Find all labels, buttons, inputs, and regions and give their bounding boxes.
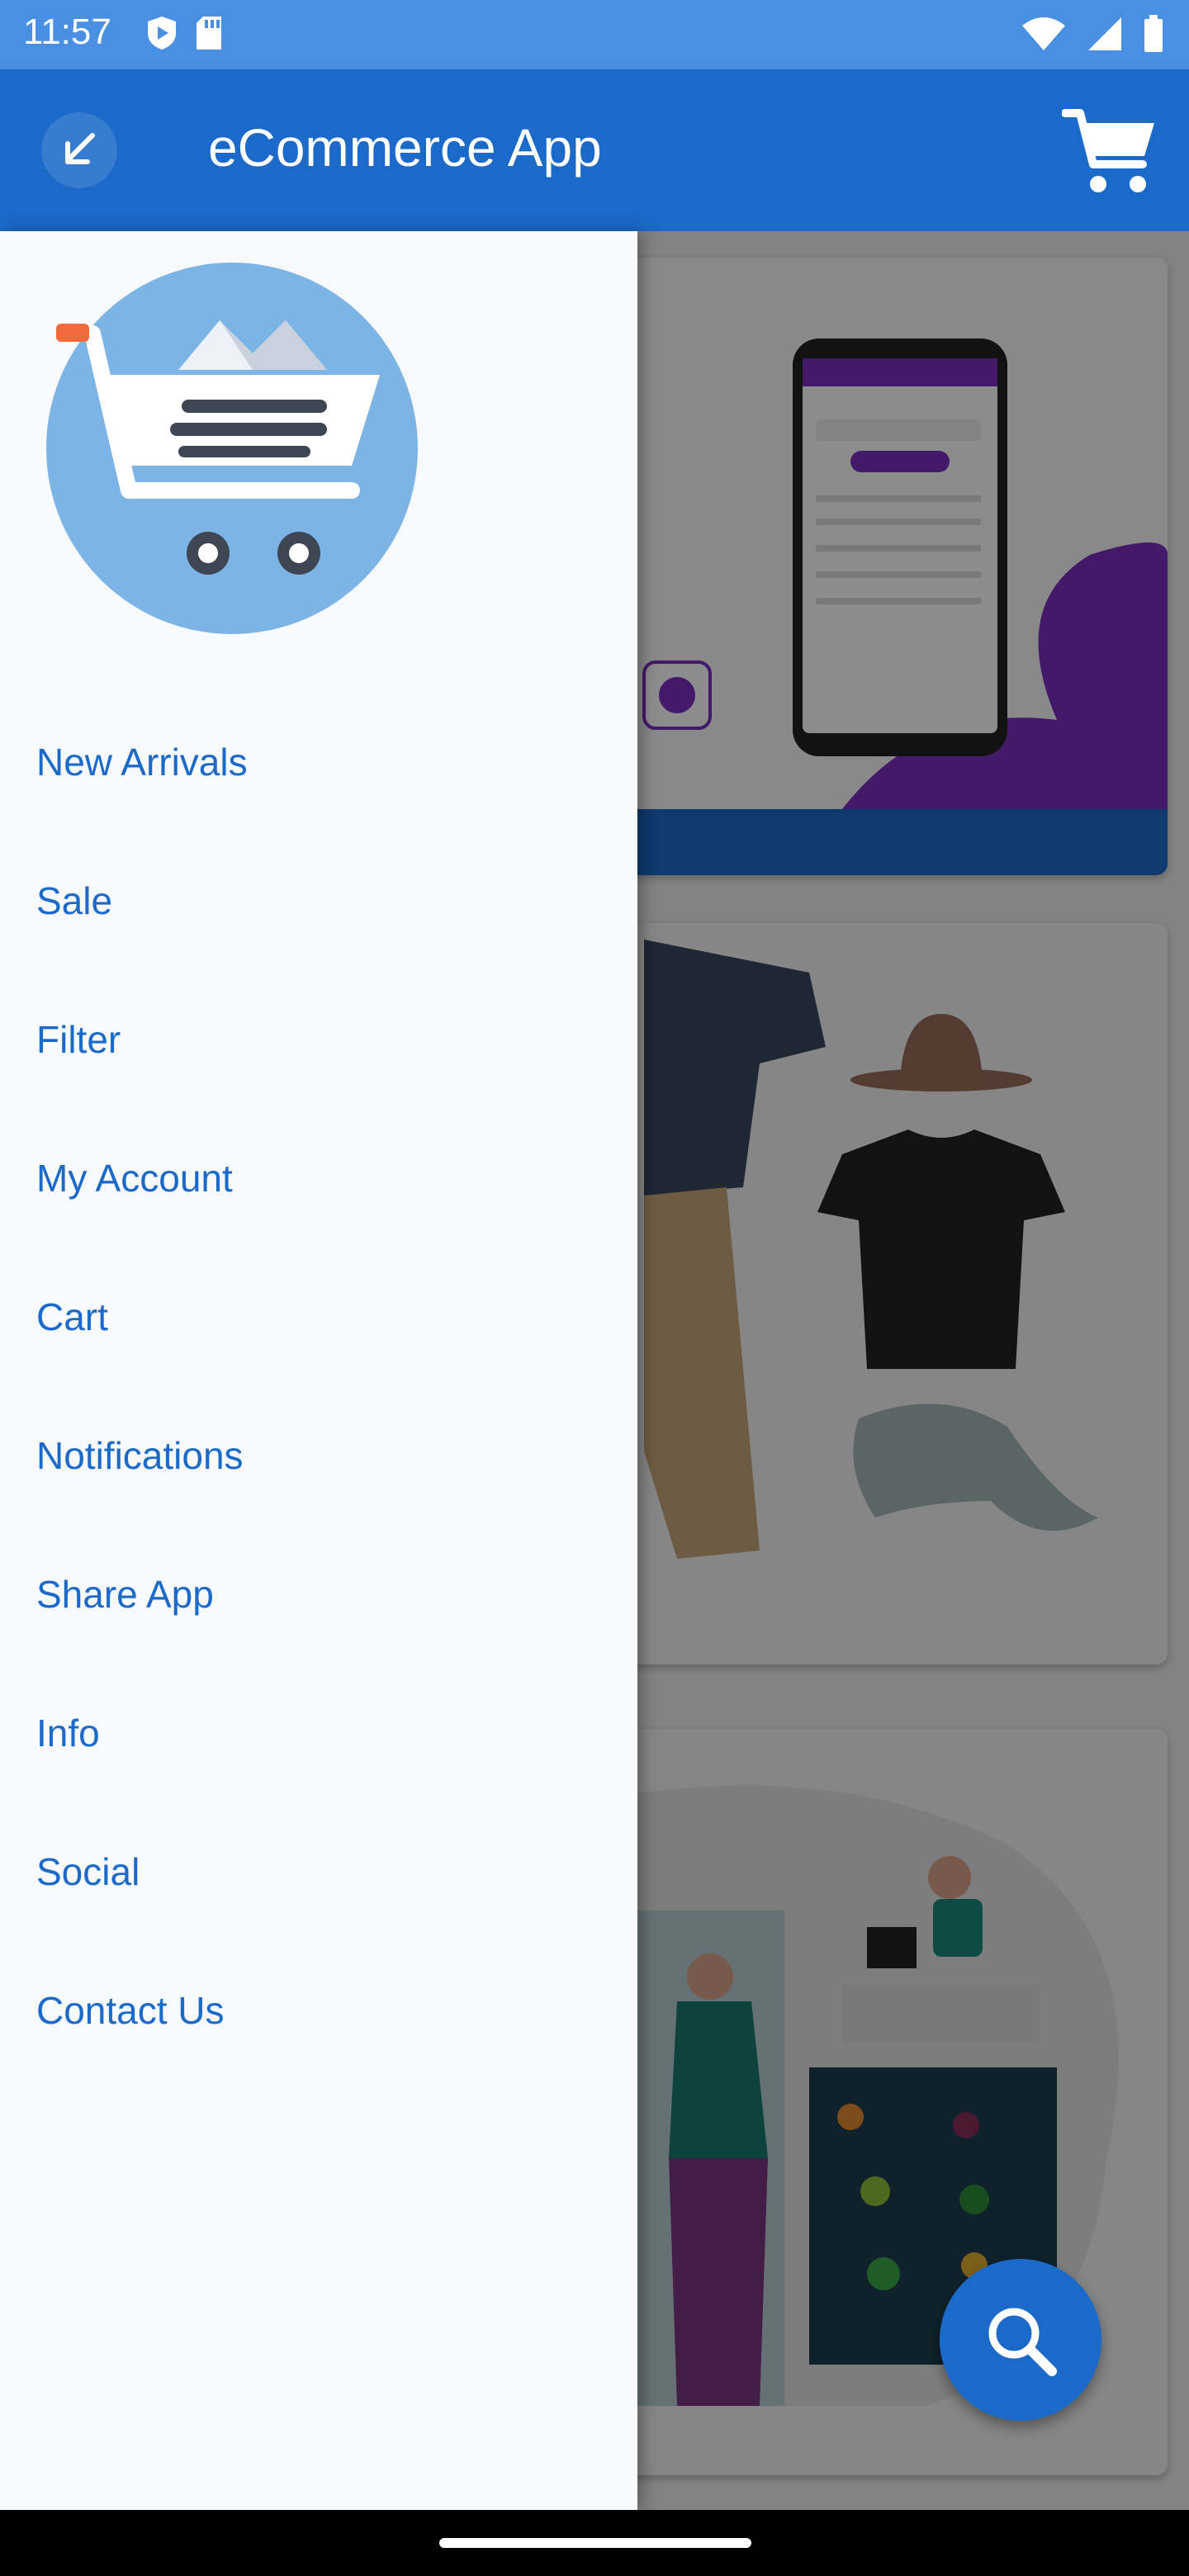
store-cart-logo bbox=[46, 263, 418, 634]
signal-icon bbox=[1088, 17, 1121, 50]
play-protect-icon bbox=[148, 17, 176, 50]
status-right-icons bbox=[1021, 15, 1164, 53]
drawer-item-social[interactable]: Social bbox=[0, 1800, 637, 1939]
battery-icon bbox=[1144, 15, 1163, 52]
home-indicator[interactable] bbox=[439, 2538, 751, 2548]
drawer-item-label: New Arrivals bbox=[36, 741, 248, 784]
search-fab-button[interactable] bbox=[940, 2259, 1101, 2421]
drawer-item-label: Filter bbox=[36, 1018, 121, 1061]
drawer-item-label: Info bbox=[36, 1712, 100, 1754]
drawer-item-label: Sale bbox=[36, 879, 113, 922]
drawer-item-label: Contact Us bbox=[36, 1989, 225, 2032]
back-arrow-icon bbox=[65, 133, 95, 164]
drawer-item-notifications[interactable]: Notifications bbox=[0, 1384, 637, 1522]
drawer-item-share-app[interactable]: Share App bbox=[0, 1522, 637, 1661]
search-icon bbox=[988, 2308, 1057, 2376]
sd-card-icon bbox=[197, 17, 221, 50]
app-title: eCommerce App bbox=[208, 118, 602, 178]
drawer-item-new-arrivals[interactable]: New Arrivals bbox=[0, 690, 637, 829]
drawer-toggle-button[interactable] bbox=[41, 112, 117, 188]
status-left-icons bbox=[145, 15, 223, 51]
drawer-item-filter[interactable]: Filter bbox=[0, 968, 637, 1106]
status-time: 11:57 bbox=[23, 12, 111, 52]
drawer-item-label: Cart bbox=[36, 1295, 108, 1338]
drawer-item-label: My Account bbox=[36, 1157, 233, 1200]
drawer-item-label: Notifications bbox=[36, 1434, 244, 1477]
drawer-item-info[interactable]: Info bbox=[0, 1661, 637, 1800]
drawer-item-cart[interactable]: Cart bbox=[0, 1245, 637, 1384]
drawer-item-sale[interactable]: Sale bbox=[0, 829, 637, 968]
cart-button[interactable] bbox=[1060, 102, 1159, 201]
wifi-icon bbox=[1022, 17, 1065, 50]
system-navigation-bar bbox=[0, 2510, 1189, 2576]
drawer-item-contact-us[interactable]: Contact Us bbox=[0, 1939, 637, 2077]
drawer-item-my-account[interactable]: My Account bbox=[0, 1106, 637, 1245]
drawer-item-label: Social bbox=[36, 1850, 140, 1893]
shopping-cart-icon bbox=[1062, 109, 1154, 192]
drawer-item-label: Share App bbox=[36, 1573, 214, 1616]
navigation-drawer: New Arrivals Sale Filter My Account Cart… bbox=[0, 231, 637, 2510]
app-bar: eCommerce App bbox=[0, 69, 1189, 231]
status-bar: 11:57 bbox=[0, 0, 1189, 69]
